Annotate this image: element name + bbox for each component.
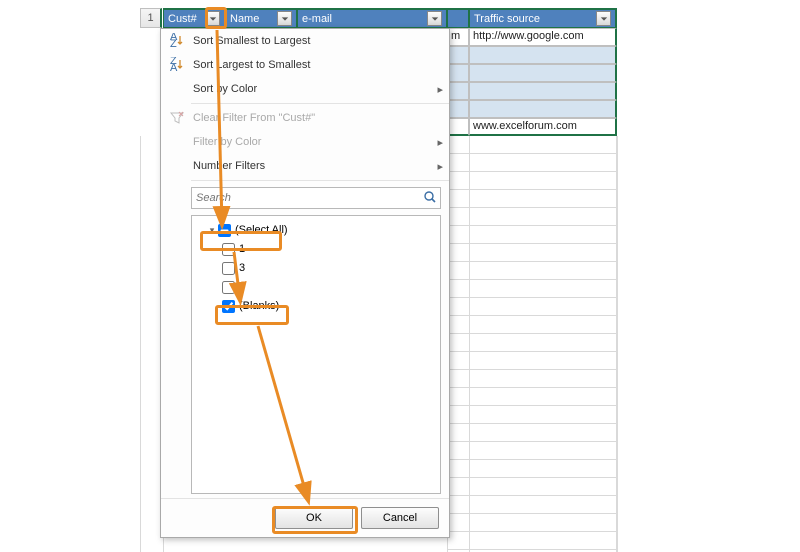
chevron-down-icon xyxy=(600,15,608,23)
menu-number-filters[interactable]: Number Filters ▸ xyxy=(161,154,449,178)
sort-desc-icon: ZA xyxy=(165,57,189,73)
sort-asc-icon: AZ xyxy=(165,33,189,49)
menu-sort-asc-label: Sort Smallest to Largest xyxy=(189,35,443,47)
column-header-traffic[interactable]: Traffic source xyxy=(469,8,617,28)
menu-sort-asc[interactable]: AZ Sort Smallest to Largest xyxy=(161,29,449,53)
chevron-down-icon xyxy=(281,15,289,23)
cell-e3[interactable] xyxy=(447,46,469,64)
filter-item-select-all-label: (Select All) xyxy=(234,224,288,236)
cell-f4[interactable] xyxy=(469,64,617,82)
checkbox-3[interactable] xyxy=(222,262,235,275)
filter-item-blanks[interactable]: (Blanks) xyxy=(222,297,436,315)
filter-item-3-label: 3 xyxy=(238,262,245,274)
cell-e6[interactable] xyxy=(447,100,469,118)
menu-clear-filter: Clear Filter From "Cust#" xyxy=(161,106,449,130)
autofilter-menu: AZ Sort Smallest to Largest ZA Sort Larg… xyxy=(160,28,450,538)
filter-item-5[interactable]: 5 xyxy=(222,278,436,296)
cancel-button[interactable]: Cancel xyxy=(361,507,439,529)
filter-item-blanks-label: (Blanks) xyxy=(238,300,279,312)
cell-e2[interactable]: m xyxy=(447,28,469,46)
checkbox-1[interactable] xyxy=(222,243,235,256)
dialog-button-row: OK Cancel xyxy=(161,498,449,537)
checkbox-blanks[interactable] xyxy=(222,300,235,313)
filter-item-1-label: 1 xyxy=(238,243,245,255)
submenu-arrow-icon: ▸ xyxy=(431,136,443,149)
filter-dropdown-traffic[interactable] xyxy=(596,11,611,26)
column-header-traffic-label: Traffic source xyxy=(474,13,596,25)
column-header-cust[interactable]: Cust# xyxy=(163,8,225,28)
chevron-down-icon xyxy=(431,15,439,23)
checkbox-5[interactable] xyxy=(222,281,235,294)
menu-sort-desc[interactable]: ZA Sort Largest to Smallest xyxy=(161,53,449,77)
clear-filter-icon xyxy=(165,110,189,126)
checkbox-select-all[interactable] xyxy=(218,224,231,237)
filter-values-list[interactable]: ▾ (Select All) 1 3 5 (Blanks) xyxy=(191,215,441,494)
filter-item-select-all[interactable]: ▾ (Select All) xyxy=(206,221,436,239)
chevron-down-icon xyxy=(209,15,217,23)
menu-filter-color-label: Filter by Color xyxy=(189,136,431,148)
cell-f6[interactable] xyxy=(469,100,617,118)
submenu-arrow-icon: ▸ xyxy=(431,83,443,96)
column-header-name-label: Name xyxy=(230,13,277,25)
menu-filter-color: Filter by Color ▸ xyxy=(161,130,449,154)
ok-button[interactable]: OK xyxy=(275,507,353,529)
filter-search-input[interactable] xyxy=(191,187,441,209)
filter-dropdown-email[interactable] xyxy=(427,11,442,26)
menu-number-filters-label: Number Filters xyxy=(189,160,431,172)
column-header-name[interactable]: Name xyxy=(225,8,297,28)
menu-clear-filter-label: Clear Filter From "Cust#" xyxy=(189,112,443,124)
cell-e7[interactable] xyxy=(447,118,469,136)
cell-f2[interactable]: http://www.google.com xyxy=(469,28,617,46)
row-header-1[interactable]: 1 xyxy=(140,8,162,28)
menu-sort-desc-label: Sort Largest to Smallest xyxy=(189,59,443,71)
filter-item-5-label: 5 xyxy=(238,281,245,293)
cell-f3[interactable] xyxy=(469,46,617,64)
filter-dropdown-cust[interactable] xyxy=(205,11,220,26)
filter-item-3[interactable]: 3 xyxy=(222,259,436,277)
column-header-email-label: e-mail xyxy=(302,13,427,25)
filter-item-1[interactable]: 1 xyxy=(222,240,436,258)
cell-f7[interactable]: www.excelforum.com xyxy=(469,118,617,136)
svg-text:Z: Z xyxy=(170,38,177,49)
submenu-arrow-icon: ▸ xyxy=(431,160,443,173)
column-header-cust-label: Cust# xyxy=(168,13,205,25)
filter-search-wrap xyxy=(191,187,441,209)
column-header-spacer xyxy=(447,8,469,28)
menu-sort-color[interactable]: Sort by Color ▸ xyxy=(161,77,449,101)
filter-dropdown-name[interactable] xyxy=(277,11,292,26)
column-header-email[interactable]: e-mail xyxy=(297,8,447,28)
menu-sort-color-label: Sort by Color xyxy=(189,83,431,95)
tree-collapse-icon[interactable]: ▾ xyxy=(206,225,218,236)
cell-e4[interactable] xyxy=(447,64,469,82)
search-icon[interactable] xyxy=(423,190,437,207)
svg-text:A: A xyxy=(170,62,178,73)
cell-e5[interactable] xyxy=(447,82,469,100)
cell-f5[interactable] xyxy=(469,82,617,100)
